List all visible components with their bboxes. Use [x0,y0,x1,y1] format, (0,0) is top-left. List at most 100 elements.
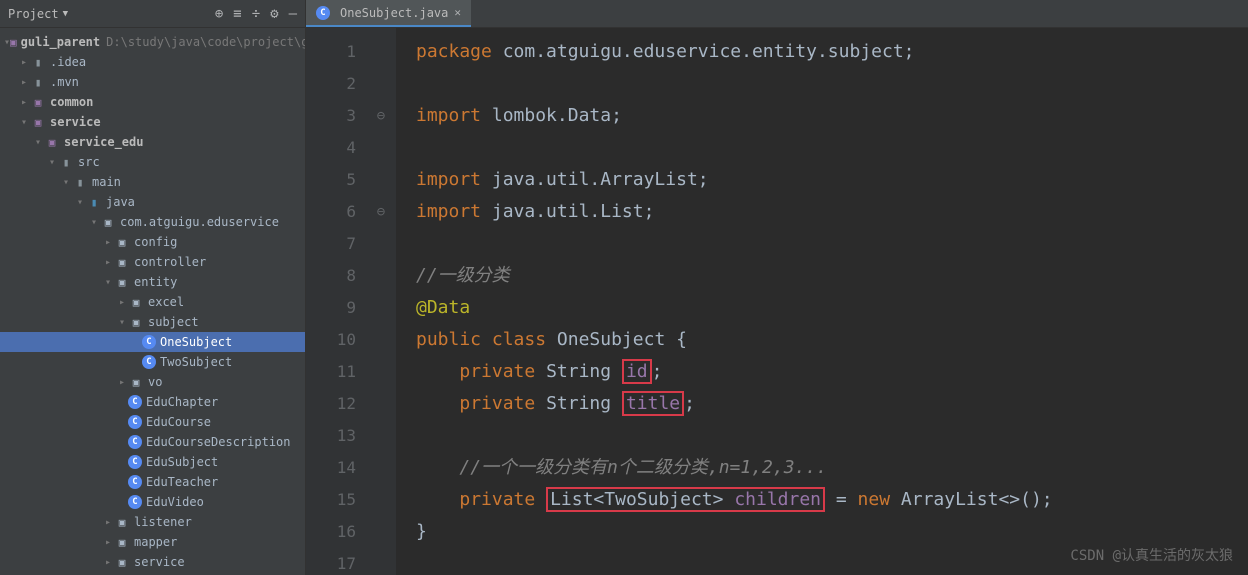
package-icon: ▣ [100,214,116,230]
package-icon: ▣ [114,514,130,530]
arrow-icon[interactable] [18,77,30,88]
tree-item[interactable]: ▣subject [0,312,305,332]
tree-item[interactable]: ▣ service_edu [0,132,305,152]
tree-item[interactable]: CEduVideo [0,492,305,512]
tree-label: com.atguigu.eduservice [120,215,279,229]
chevron-down-icon: ▼ [63,9,68,19]
tree-item[interactable]: C EduCourseDescription [0,432,305,452]
tree-item[interactable]: ▮.mvn [0,72,305,92]
package-icon: ▣ [114,234,130,250]
class-icon: C [128,455,142,469]
arrow-icon[interactable] [74,197,86,208]
tab-filename: OneSubject.java [340,6,448,20]
arrow-icon[interactable] [102,517,114,528]
collapse-icon[interactable]: ÷ [252,6,260,22]
project-tree: ▣ guli_parent D:\study\java\code\project… [0,28,305,575]
module-icon: ▣ [10,34,17,50]
arrow-icon[interactable] [102,277,114,288]
tree-label: listener [134,515,192,529]
tree-label: java [106,195,135,209]
tree-item[interactable]: ▣mapper [0,532,305,552]
tree-label: OneSubject [160,335,232,349]
code-content[interactable]: package com.atguigu.eduservice.entity.su… [396,28,1248,575]
tree-item[interactable]: C EduSubject [0,452,305,472]
package-icon: ▣ [128,314,144,330]
tree-label: src [78,155,100,169]
tree-item[interactable]: ▣vo [0,372,305,392]
watermark: CSDN @认真生活的灰太狼 [1070,545,1233,565]
code-editor[interactable]: 1234567891011121314151617 ⊖ ⊖ package co… [306,28,1248,575]
module-icon: ▣ [44,134,60,150]
tree-item[interactable]: ▮src [0,152,305,172]
arrow-icon[interactable] [102,237,114,248]
gear-icon[interactable]: ⚙ [270,6,278,22]
arrow-icon[interactable] [60,177,72,188]
tree-label: main [92,175,121,189]
tree-item[interactable]: C OneSubject [0,332,305,352]
expand-icon[interactable]: ≡ [233,6,241,22]
tree-item[interactable]: ▣controller [0,252,305,272]
arrow-icon[interactable] [46,157,58,168]
tree-item[interactable]: ▣excel [0,292,305,312]
class-icon: C [128,475,142,489]
tree-item[interactable]: ▣service [0,552,305,572]
folder-icon: ▮ [86,194,102,210]
tab-bar: C OneSubject.java ✕ [306,0,1248,28]
tree-label: .idea [50,55,86,69]
tree-item[interactable]: ▣entity [0,272,305,292]
arrow-icon[interactable] [102,557,114,568]
arrow-icon[interactable] [18,117,30,128]
arrow-icon[interactable] [18,57,30,68]
folder-icon: ▮ [30,54,46,70]
tree-item[interactable]: ▣ listener [0,512,305,532]
tree-item[interactable]: ▣ com.atguigu.eduservice [0,212,305,232]
arrow-icon[interactable] [102,537,114,548]
tree-root[interactable]: ▣ guli_parent D:\study\java\code\project… [0,32,305,52]
close-icon[interactable]: ✕ [454,6,461,19]
arrow-icon[interactable] [116,377,128,388]
tree-item[interactable]: ▣ config [0,232,305,252]
editor-area: C OneSubject.java ✕ 12345678910111213141… [306,0,1248,575]
package-icon: ▣ [128,294,144,310]
module-icon: ▣ [30,94,46,110]
arrow-icon[interactable] [116,297,128,308]
tree-label: config [134,235,177,249]
sidebar-title[interactable]: Project ▼ [8,7,68,21]
tree-label: entity [134,275,177,289]
file-tab[interactable]: C OneSubject.java ✕ [306,0,471,27]
arrow-icon[interactable] [18,97,30,108]
arrow-icon[interactable] [32,137,44,148]
arrow-icon[interactable] [88,217,100,228]
class-icon: C [142,335,156,349]
tree-item[interactable]: CEduChapter [0,392,305,412]
tree-label: EduCourseDescription [146,435,291,449]
class-icon: C [128,495,142,509]
tree-item[interactable]: C EduCourse [0,412,305,432]
sidebar-header: Project ▼ ⊕ ≡ ÷ ⚙ — [0,0,305,28]
tree-label: common [50,95,93,109]
hide-icon[interactable]: — [289,6,297,22]
tree-label: EduCourse [146,415,211,429]
package-icon: ▣ [128,374,144,390]
tree-item[interactable]: ▮ java [0,192,305,212]
sidebar-toolbar: ⊕ ≡ ÷ ⚙ — [215,6,297,22]
package-icon: ▣ [114,554,130,570]
target-icon[interactable]: ⊕ [215,6,223,22]
arrow-icon[interactable] [116,317,128,328]
tree-item[interactable]: ▮ main [0,172,305,192]
class-icon: C [128,415,142,429]
tree-item[interactable]: CEduTeacher [0,472,305,492]
tree-label: EduSubject [146,455,218,469]
folder-icon: ▮ [72,174,88,190]
root-path: D:\study\java\code\project\guli_paren [106,35,305,49]
tree-label: EduChapter [146,395,218,409]
class-icon: C [128,435,142,449]
tree-item[interactable]: ▮ .idea [0,52,305,72]
tree-label: TwoSubject [160,355,232,369]
class-icon: C [316,6,330,20]
tree-item[interactable]: ▣service [0,112,305,132]
arrow-icon[interactable] [102,257,114,268]
tree-label: service_edu [64,135,143,149]
tree-item[interactable]: CTwoSubject [0,352,305,372]
tree-item[interactable]: ▣ common [0,92,305,112]
